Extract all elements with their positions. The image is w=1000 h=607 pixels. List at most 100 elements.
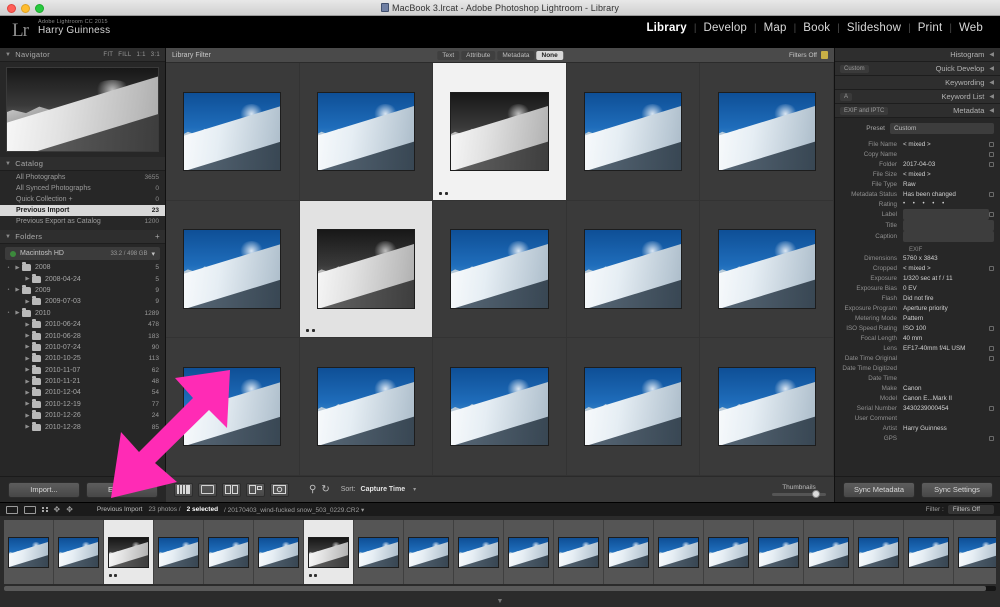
folder-item[interactable]: ▶ 2010-07-24 90 <box>0 341 165 353</box>
exif-value[interactable]: Pattern <box>903 315 994 322</box>
thumbnail[interactable] <box>183 229 282 309</box>
thumbnail[interactable] <box>584 367 683 447</box>
library-filter-tabs[interactable]: Text Attribute Metadata None <box>437 50 563 60</box>
metadata-input[interactable] <box>903 209 989 220</box>
folder-item[interactable]: ▶ 2010-12-19 77 <box>0 398 165 410</box>
catalog-item[interactable]: All Synced Photographs 0 <box>0 183 165 194</box>
filmstrip-cell[interactable] <box>304 520 354 584</box>
close-button[interactable] <box>7 4 16 13</box>
filmstrip-cell[interactable] <box>654 520 704 584</box>
disclosure-triangle-icon[interactable]: ◀ <box>989 79 994 86</box>
rotate-right-icon[interactable]: ✥ <box>66 505 73 514</box>
filmstrip-cell[interactable] <box>554 520 604 584</box>
filmstrip-cell[interactable] <box>454 520 504 584</box>
spray-can-icon[interactable]: ⚲ <box>309 484 316 495</box>
module-develop[interactable]: Develop <box>696 22 754 34</box>
filmstrip-thumbnail[interactable] <box>258 536 299 568</box>
thumbnail[interactable] <box>316 91 415 171</box>
exif-value[interactable]: 5760 x 3843 <box>903 255 994 262</box>
grid-cell[interactable] <box>566 338 701 476</box>
exif-value[interactable]: 1/320 sec at f / 11 <box>903 275 994 282</box>
status-filename[interactable]: / 20170403_wind-fucked snow_503_0229.CR2… <box>224 506 364 514</box>
grid-cell[interactable] <box>433 63 567 201</box>
folder-disclosure-icon[interactable]: ▶ <box>23 356 32 362</box>
loupe-view-icon[interactable] <box>24 505 36 514</box>
thumbnail[interactable] <box>316 367 415 447</box>
thumbnail[interactable] <box>183 367 282 447</box>
grid-view-icon[interactable] <box>174 482 193 497</box>
grid-cell[interactable] <box>299 200 434 339</box>
module-book[interactable]: Book <box>796 22 837 34</box>
folders-header[interactable]: ▼ Folders + <box>0 230 165 244</box>
filmstrip-cell[interactable] <box>504 520 554 584</box>
exif-value[interactable]: Canon E...Mark II <box>903 395 994 402</box>
filmstrip-thumbnail[interactable] <box>408 536 449 568</box>
people-view-icon[interactable] <box>270 482 289 497</box>
thumb-size-icon[interactable] <box>42 506 48 513</box>
lock-icon[interactable] <box>821 51 828 59</box>
folder-item[interactable]: ▶ 2010-11-07 62 <box>0 364 165 376</box>
panel-section-keywording[interactable]: Keywording ◀ <box>835 76 1000 90</box>
exif-action-icon[interactable] <box>989 265 994 271</box>
folder-item[interactable]: ▶ 2010-12-26 24 <box>0 410 165 421</box>
folder-disclosure-icon[interactable]: ▶ <box>23 367 32 373</box>
slider-knob[interactable] <box>812 489 820 498</box>
filmstrip-thumbnail[interactable] <box>8 536 49 568</box>
metadata-value[interactable]: 2017-04-03 <box>903 161 989 168</box>
thumbnail[interactable] <box>316 229 415 309</box>
module-slideshow[interactable]: Slideshow <box>840 22 908 34</box>
photo-grid[interactable] <box>166 63 834 476</box>
metadata-action-icon[interactable] <box>989 151 994 157</box>
panel-section-quick-develop[interactable]: Custom Quick Develop ◀ <box>835 62 1000 76</box>
catalog-item[interactable]: Previous Import 23 <box>0 205 165 216</box>
disclosure-triangle-icon[interactable]: ◀ <box>989 107 994 114</box>
import-button[interactable]: Import... <box>8 481 80 498</box>
grid-view-icon[interactable] <box>6 505 18 514</box>
disclosure-triangle-icon[interactable]: ◀ <box>989 51 994 58</box>
grid-cell[interactable] <box>433 338 567 476</box>
rotate-left-icon[interactable]: ✥ <box>54 505 61 514</box>
folder-item[interactable]: ▶ 2010-11-21 48 <box>0 376 165 387</box>
compare-view-icon[interactable] <box>222 482 241 497</box>
rotate-icon[interactable]: ↻ <box>321 484 329 495</box>
folder-item[interactable]: ▶ 2008-04-24 5 <box>0 273 165 284</box>
collapse-panel-icon[interactable]: ▼ <box>497 598 504 605</box>
exif-value[interactable]: EF17-40mm f/4L USM <box>903 345 989 352</box>
filmstrip-cell[interactable] <box>154 520 204 584</box>
section-left-label[interactable]: A <box>840 92 853 101</box>
filmstrip-thumbnail[interactable] <box>558 536 599 568</box>
metadata-action-icon[interactable] <box>989 141 994 147</box>
folder-item[interactable]: ▶ 2010-12-04 54 <box>0 387 165 398</box>
panel-section-histogram[interactable]: Histogram ◀ <box>835 48 1000 62</box>
folder-disclosure-icon[interactable]: ▶ <box>23 344 32 350</box>
filter-tab-none[interactable]: None <box>536 50 563 60</box>
filmstrip-cell[interactable] <box>904 520 954 584</box>
exif-action-icon[interactable] <box>989 345 994 351</box>
folder-disclosure-icon[interactable]: ▶ <box>23 390 32 396</box>
folder-disclosure-icon[interactable]: ▶ <box>23 413 32 419</box>
filmstrip-track[interactable] <box>4 520 996 584</box>
filmstrip-thumbnail[interactable] <box>458 536 499 568</box>
grid-cell[interactable] <box>700 338 834 476</box>
filmstrip-cell[interactable] <box>4 520 54 584</box>
filmstrip-cell[interactable] <box>204 520 254 584</box>
grid-cell[interactable] <box>299 63 434 201</box>
metadata-value[interactable]: Raw <box>903 181 994 188</box>
filmstrip-cell[interactable] <box>754 520 804 584</box>
folder-disclosure-icon[interactable]: ▶ <box>23 276 32 282</box>
module-picker[interactable]: Library | Develop | Map | Book | Slideshow | Print… <box>639 22 990 34</box>
navigator-header[interactable]: ▼ Navigator FIT FILL 1:1 3:1 <box>0 48 165 62</box>
volume-menu-icon[interactable]: ▾ <box>151 250 155 258</box>
grid-cell[interactable] <box>700 200 834 339</box>
identity-plate[interactable]: Adobe Lightroom CC 2015 Harry Guinness <box>38 19 110 37</box>
folder-item[interactable]: ▶ 2009-07-03 9 <box>0 296 165 307</box>
filmstrip-cell[interactable] <box>704 520 754 584</box>
disclosure-triangle-icon[interactable]: ▼ <box>5 161 11 167</box>
navigator-zoom-levels[interactable]: FIT FILL 1:1 3:1 <box>103 52 160 58</box>
folder-disclosure-icon[interactable]: ▶ <box>23 401 32 407</box>
grid-cell[interactable] <box>299 338 434 476</box>
exif-value[interactable]: 40 mm <box>903 335 994 342</box>
metadata-input[interactable] <box>903 220 994 231</box>
exif-value[interactable]: ISO 100 <box>903 325 989 332</box>
folder-disclosure-icon[interactable]: ▶ <box>23 333 32 339</box>
